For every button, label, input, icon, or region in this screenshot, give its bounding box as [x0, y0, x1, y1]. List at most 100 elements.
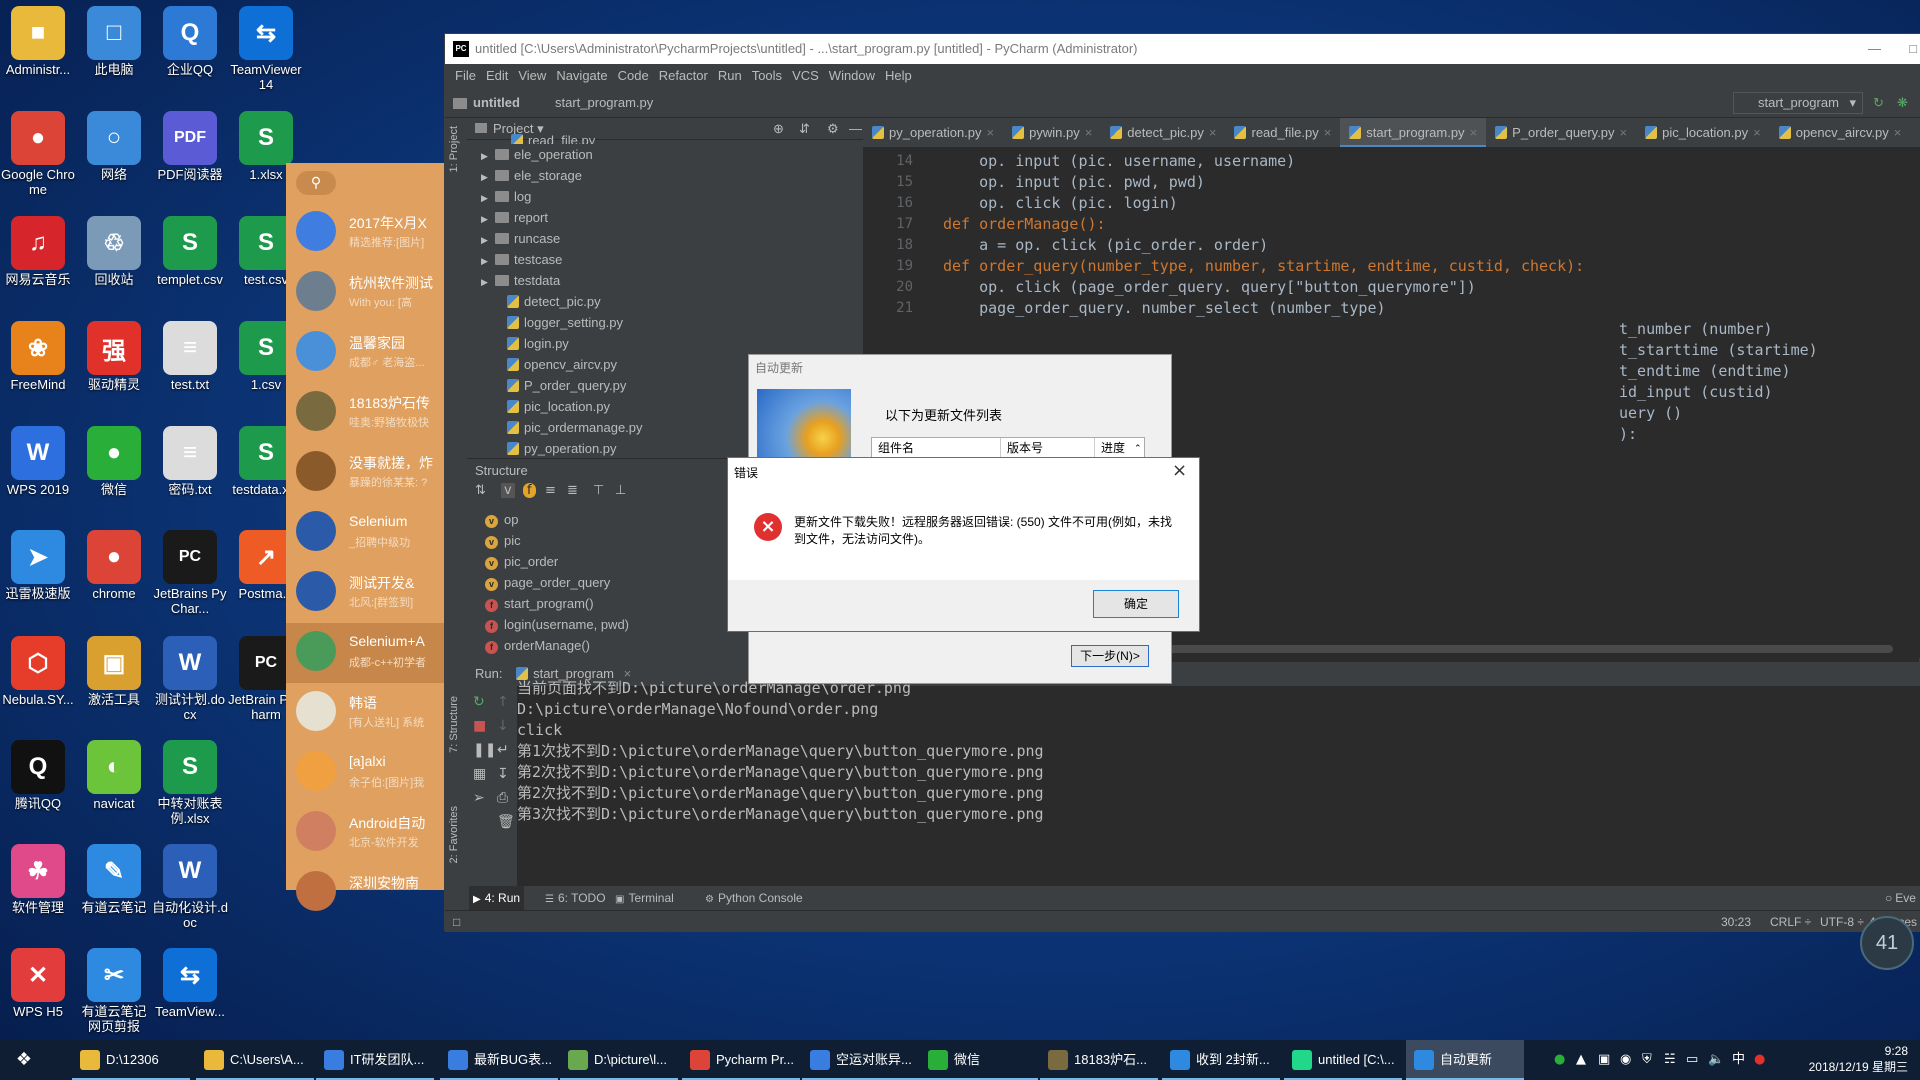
update-dialog-title[interactable]: 自动更新	[755, 359, 803, 376]
desktop-icon[interactable]: ● chrome	[76, 524, 152, 624]
desktop-icon[interactable]: ● 微信	[76, 420, 152, 520]
chat-item[interactable]: 测试开发& 北风:[群签到]	[286, 563, 444, 623]
taskbar-item[interactable]: 空运对账异...	[802, 1040, 920, 1080]
clock[interactable]: 9:28 2018/12/19 星期三	[1788, 1043, 1908, 1075]
chat-item[interactable]: Android自动 北京-软件开发	[286, 803, 444, 863]
desktop-icon[interactable]: ≡ 密码.txt	[152, 420, 228, 520]
desktop-icon[interactable]: PC JetBrains PyChar...	[152, 524, 228, 624]
tree-folder[interactable]: ▶ testcase	[481, 249, 562, 270]
tree-folder[interactable]: ▶ log	[481, 186, 531, 207]
col-version[interactable]: 版本号	[1000, 438, 1043, 458]
bottom-tab[interactable]: ⚙ Python Console	[705, 886, 803, 912]
taskbar-item[interactable]: 收到 2封新...	[1162, 1040, 1280, 1080]
close-icon[interactable]: ×	[1620, 125, 1628, 140]
structure-item[interactable]: f orderManage()	[485, 635, 590, 656]
taskbar-item[interactable]: 最新BUG表...	[440, 1040, 558, 1080]
editor-tab[interactable]: pic_location.py ×	[1636, 118, 1770, 147]
desktop-icon[interactable]: ⬡ Nebula.SY...	[0, 630, 76, 730]
menu-navigate[interactable]: Navigate	[556, 68, 607, 83]
autoscroll-to-icon[interactable]: ⊤	[593, 483, 604, 498]
network-tray-icon[interactable]: ◉	[1620, 1040, 1631, 1080]
desktop-icon[interactable]: ⇆ TeamViewer 14	[228, 0, 304, 100]
error-dialog-title[interactable]: 错误	[734, 464, 758, 481]
maximize-icon[interactable]: □	[1909, 34, 1917, 64]
desktop-icon[interactable]: ■ Administr...	[0, 0, 76, 100]
tree-file[interactable]: pic_location.py	[507, 396, 610, 417]
desktop-icon[interactable]: ➤ 迅雷极速版	[0, 524, 76, 624]
debug-icon[interactable]: ❋	[1897, 88, 1908, 118]
editor-tab[interactable]: pywin.py ×	[1003, 118, 1101, 147]
bottom-tab[interactable]: ☰ 6: TODO	[545, 886, 606, 912]
pin-icon[interactable]: ➢	[473, 790, 485, 806]
chat-item[interactable]: 18183炉石传 哇奥:野猪牧极快	[286, 383, 444, 443]
down-icon[interactable]: ↓	[497, 718, 509, 734]
desktop-icon[interactable]: □ 此电脑	[76, 0, 152, 100]
tree-file[interactable]: read_file.py	[511, 134, 595, 144]
file-encoding[interactable]: UTF-8 ÷	[1820, 911, 1864, 933]
menu-tools[interactable]: Tools	[752, 68, 782, 83]
print-icon[interactable]: ⎙	[497, 790, 508, 806]
bottom-tab[interactable]: ▣ Terminal	[615, 886, 674, 912]
editor-tab[interactable]: opencv_aircv.py ×	[1770, 118, 1911, 147]
app-tray-icon[interactable]: ▣	[1598, 1040, 1610, 1080]
start-button[interactable]: ❖	[0, 1040, 48, 1080]
chat-search[interactable]: ⚲	[296, 171, 336, 195]
volume-icon[interactable]: 🔈	[1708, 1040, 1724, 1080]
tree-folder[interactable]: ▶ testdata	[481, 270, 560, 291]
up-icon[interactable]: ↑	[497, 694, 509, 710]
chat-item[interactable]: 温馨家园 成都♂ 老海盗...	[286, 323, 444, 383]
taskbar-item[interactable]: D:\picture\l...	[560, 1040, 678, 1080]
locate-icon[interactable]: ⊕	[773, 118, 784, 140]
gear-icon[interactable]: ⚙	[827, 118, 839, 140]
desktop-icon[interactable]: W WPS 2019	[0, 420, 76, 520]
shield-icon[interactable]: ⛨	[1642, 1040, 1652, 1080]
input-language[interactable]: 中	[1732, 1040, 1745, 1080]
desktop-icon[interactable]: PDF PDF阅读器	[152, 105, 228, 205]
chat-item[interactable]: 杭州软件测试 With you: [高	[286, 263, 444, 323]
collapse-all-icon[interactable]: ≣	[567, 483, 578, 498]
menu-view[interactable]: View	[518, 68, 546, 83]
col-component[interactable]: 组件名	[878, 438, 914, 458]
close-icon[interactable]: ×	[1085, 125, 1093, 140]
tree-file[interactable]: login.py	[507, 333, 569, 354]
chat-item[interactable]: 2017年X月X 精选推荐:[图片]	[286, 203, 444, 263]
collapse-icon[interactable]: ⇵	[799, 118, 810, 140]
qq-tray-icon[interactable]: ▲	[1576, 1040, 1586, 1080]
structure-item[interactable]: v pic_order	[485, 551, 558, 572]
taskbar-item[interactable]: 微信	[920, 1040, 1038, 1080]
tab-structure[interactable]: 7: Structure	[448, 696, 460, 753]
taskbar-item[interactable]: C:\Users\A...	[196, 1040, 314, 1080]
desktop-icon[interactable]: ⇆ TeamView...	[152, 942, 228, 1042]
event-log-button[interactable]: ○ Eve	[1885, 886, 1916, 910]
close-icon[interactable]: ×	[1470, 125, 1478, 140]
ok-button[interactable]: 确定	[1093, 590, 1179, 618]
desktop-icon[interactable]: ● Google Chrome	[0, 105, 76, 205]
desktop-icon[interactable]: ✂ 有道云笔记网页剪报	[76, 942, 152, 1042]
desktop-icon[interactable]: ♲ 回收站	[76, 210, 152, 310]
editor-tab[interactable]: read_file.py ×	[1225, 118, 1340, 147]
input-method-icon[interactable]: ●	[1754, 1040, 1765, 1080]
tree-file[interactable]: detect_pic.py	[507, 291, 601, 312]
status-toggle-icon[interactable]: □	[453, 911, 460, 933]
desktop-icon[interactable]: S 中转对账表例.xlsx	[152, 734, 228, 834]
stop-icon[interactable]: ■	[473, 718, 486, 734]
expand-icon[interactable]: ≡	[545, 483, 556, 498]
col-progress[interactable]: 进度	[1094, 438, 1125, 458]
hide-icon[interactable]: —	[849, 118, 862, 140]
structure-item[interactable]: v op	[485, 509, 518, 530]
desktop-icon[interactable]: ♫ 网易云音乐	[0, 210, 76, 310]
desktop-icon[interactable]: ≡ test.txt	[152, 315, 228, 415]
desktop-icon[interactable]: ◐ navicat	[76, 734, 152, 834]
menu-run[interactable]: Run	[718, 68, 742, 83]
next-button[interactable]: 下一步(N)>	[1071, 645, 1149, 667]
taskbar-item[interactable]: 自动更新	[1406, 1040, 1524, 1080]
close-icon[interactable]: ×	[987, 125, 995, 140]
layout-icon[interactable]: ▦	[473, 766, 486, 782]
structure-item[interactable]: f login(username, pwd)	[485, 614, 629, 635]
rerun-icon[interactable]: ↻	[1873, 88, 1884, 118]
taskbar-item[interactable]: untitled [C:\...	[1284, 1040, 1402, 1080]
breadcrumb-file[interactable]: start_program.py	[555, 88, 653, 118]
structure-item[interactable]: v page_order_query	[485, 572, 610, 593]
rerun-icon[interactable]: ↻	[473, 694, 485, 710]
taskbar-item[interactable]: D:\12306	[72, 1040, 190, 1080]
